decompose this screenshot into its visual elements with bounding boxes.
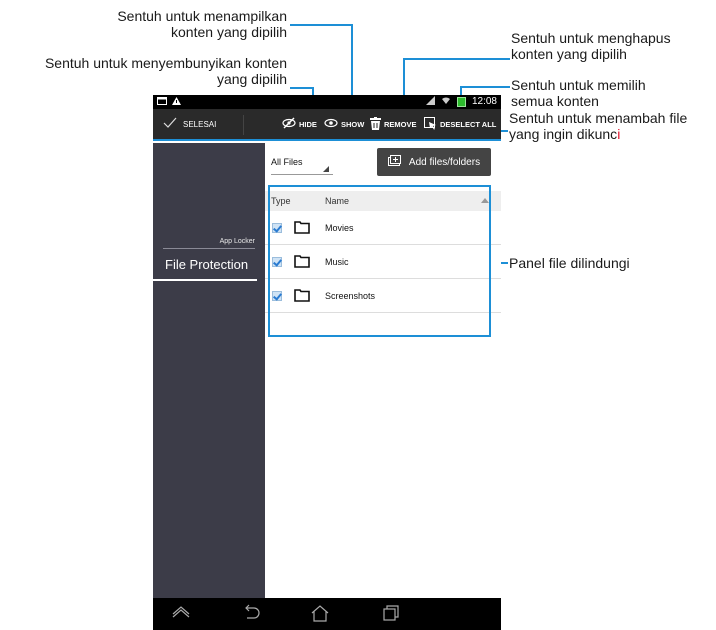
callout-show-line2: konten yang dipilih [171, 24, 287, 40]
done-button[interactable]: SELESAI [163, 117, 216, 131]
show-button[interactable]: SHOW [324, 117, 364, 131]
add-folder-icon [387, 155, 401, 169]
warning-icon [172, 97, 181, 107]
callout-remove-line2: konten yang dipilih [511, 46, 627, 62]
show-label: SHOW [341, 119, 365, 129]
file-filter-value: All Files [271, 157, 303, 167]
callout-hide-line2: yang dipilih [216, 71, 287, 87]
done-label: SELESAI [183, 119, 217, 129]
tablet-screen: 12:08 SELESAI HIDE SHOW REMOVE DESELECT … [153, 95, 501, 630]
sidebar-divider [163, 248, 255, 249]
sidebar-caption: App Locker [219, 238, 255, 245]
sidebar: App Locker File Protection [153, 143, 265, 598]
back-icon[interactable] [241, 604, 261, 627]
checkmark-icon [163, 117, 177, 131]
sidebar-item-file-protection[interactable]: File Protection [165, 257, 248, 272]
callout-remove: Sentuh untuk menghapus konten yang dipil… [511, 30, 671, 62]
deselect-all-button[interactable]: DESELECT ALL [424, 117, 496, 132]
collapse-up-icon[interactable] [171, 604, 191, 625]
status-bar: 12:08 [153, 95, 501, 109]
callout-deselect: Sentuh untuk memilih semua konten [511, 77, 646, 109]
callout-remove-line1: Sentuh untuk menghapus [511, 30, 671, 46]
select-cursor-icon [424, 117, 437, 132]
callout-deselect-line2: semua konten [511, 93, 599, 109]
add-files-label: Add files/folders [408, 156, 481, 168]
hide-button[interactable]: HIDE [282, 117, 317, 131]
callout-show: Sentuh untuk menampilkan konten yang dip… [80, 8, 287, 40]
leader-show [290, 24, 352, 26]
clock: 12:08 [471, 96, 497, 107]
remove-button[interactable]: REMOVE [370, 117, 417, 132]
eye-icon [324, 117, 338, 131]
leader-hide [290, 87, 314, 89]
dropdown-corner-icon [323, 166, 329, 172]
sidebar-item-underline [153, 279, 257, 281]
signal-icon [425, 96, 435, 107]
action-bar: SELESAI HIDE SHOW REMOVE DESELECT ALL [153, 109, 501, 141]
callout-hide-line1: Sentuh untuk menyembunyikan konten [44, 55, 287, 71]
deselect-label: DESELECT ALL [440, 120, 497, 129]
callout-show-line1: Sentuh untuk menampilkan [117, 8, 287, 24]
protected-files-panel-highlight [268, 185, 491, 337]
trash-icon [370, 117, 381, 132]
add-files-button[interactable]: Add files/folders [377, 148, 491, 176]
callout-panel: Panel file dilindungi [509, 255, 630, 271]
gallery-notification-icon [157, 97, 167, 107]
callout-add: Sentuh untuk menambah file yang ingin di… [509, 110, 687, 142]
battery-icon [456, 96, 466, 107]
wifi-icon [441, 96, 451, 107]
hide-label: HIDE [299, 119, 317, 129]
callout-deselect-line1: Sentuh untuk memilih [511, 77, 646, 93]
callout-add-line2: yang ingin dikunci [509, 126, 621, 142]
callout-hide: Sentuh untuk menyembunyikan konten yang … [2, 55, 287, 87]
file-filter-dropdown[interactable]: All Files [271, 157, 333, 175]
leader-deselect [460, 86, 510, 88]
eye-slash-icon [282, 117, 296, 131]
navigation-bar [153, 598, 501, 630]
recent-apps-icon[interactable] [381, 604, 401, 627]
home-icon[interactable] [310, 604, 330, 627]
callout-add-line1: Sentuh untuk menambah file [509, 110, 688, 126]
action-divider [243, 115, 244, 135]
remove-label: REMOVE [384, 120, 417, 129]
leader-remove [403, 58, 510, 60]
